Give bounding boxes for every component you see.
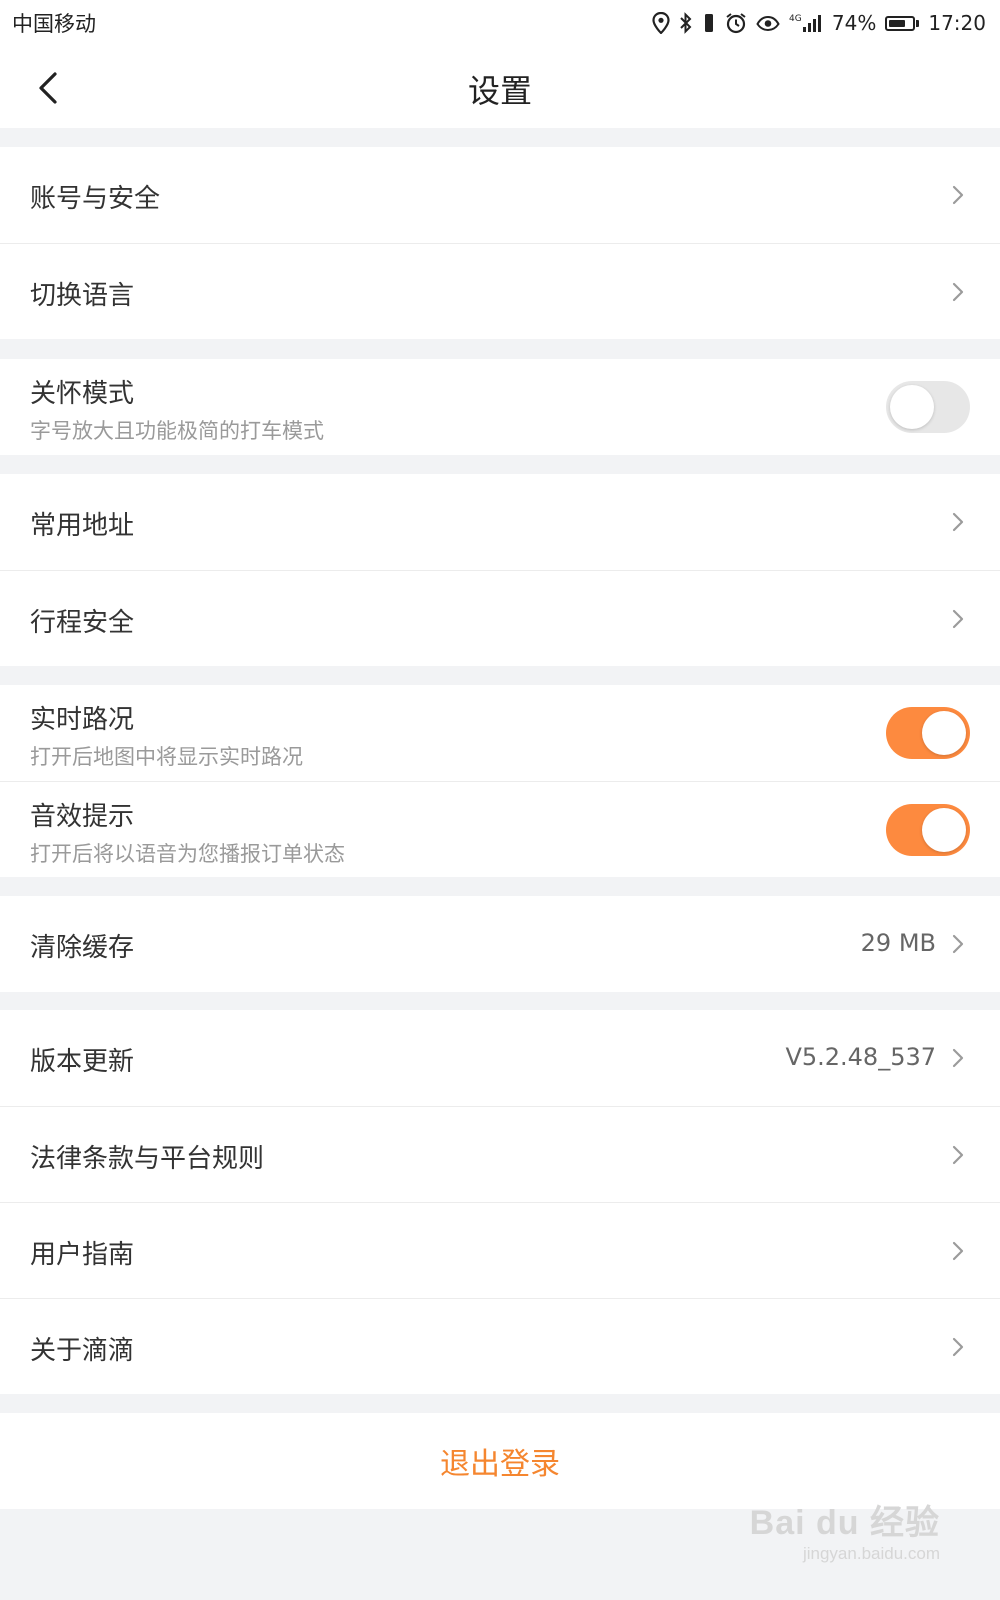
svg-text:4G: 4G bbox=[789, 14, 802, 24]
bluetooth-icon bbox=[679, 12, 693, 34]
care-mode-group: 关怀模式 字号放大且功能极简的打车模式 bbox=[0, 359, 1000, 455]
user-guide-item[interactable]: 用户指南 bbox=[0, 1202, 1000, 1298]
status-icons: 4G 74% 17:20 bbox=[652, 8, 986, 38]
item-description: 打开后将以语音为您播报订单状态 bbox=[30, 842, 345, 866]
toggle-knob bbox=[890, 385, 934, 429]
chevron-right-icon bbox=[952, 512, 964, 532]
toggle-knob bbox=[922, 711, 966, 755]
account-group: 账号与安全 切换语言 bbox=[0, 147, 1000, 339]
chevron-right-icon bbox=[952, 1145, 964, 1165]
places-group: 常用地址 行程安全 bbox=[0, 474, 1000, 666]
switch-language-item[interactable]: 切换语言 bbox=[0, 243, 1000, 339]
item-label: 音效提示 bbox=[30, 802, 135, 832]
location-icon bbox=[652, 12, 670, 34]
item-label: 版本更新 bbox=[30, 1047, 135, 1077]
chevron-right-icon bbox=[952, 1241, 964, 1261]
version-update-item[interactable]: 版本更新 V5.2.48_537 bbox=[0, 1010, 1000, 1106]
item-label: 关于滴滴 bbox=[30, 1336, 135, 1366]
item-label: 常用地址 bbox=[30, 511, 135, 541]
carrier-name: 中国移动 bbox=[12, 12, 96, 36]
item-description: 打开后地图中将显示实时路况 bbox=[30, 745, 303, 769]
item-label: 账号与安全 bbox=[30, 184, 161, 214]
item-label: 关怀模式 bbox=[30, 379, 135, 409]
battery-icon bbox=[885, 15, 920, 31]
watermark: Bai du 经验 jingyan.baidu.com bbox=[750, 1495, 940, 1564]
chevron-right-icon bbox=[952, 934, 964, 954]
map-sound-group: 实时路况 打开后地图中将显示实时路况 音效提示 打开后将以语音为您播报订单状态 bbox=[0, 685, 1000, 877]
cache-size: 29 MB bbox=[860, 929, 936, 957]
chevron-right-icon bbox=[952, 609, 964, 629]
toggle-knob bbox=[922, 808, 966, 852]
watermark-url: jingyan.baidu.com bbox=[802, 1544, 940, 1563]
item-label: 法律条款与平台规则 bbox=[30, 1144, 265, 1174]
trip-safety-item[interactable]: 行程安全 bbox=[0, 570, 1000, 666]
settings-page: 中国移动 4G 74% 17:20 设置 账号与安全 切换语言 关怀模式 字号放… bbox=[0, 0, 1000, 1600]
vibrate-icon bbox=[702, 12, 716, 34]
chevron-right-icon bbox=[952, 1048, 964, 1068]
navigation-bar: 设置 bbox=[0, 48, 1000, 128]
live-traffic-toggle[interactable] bbox=[886, 707, 970, 759]
signal-icon: 4G bbox=[789, 12, 823, 34]
about-didi-item[interactable]: 关于滴滴 bbox=[0, 1298, 1000, 1394]
common-address-item[interactable]: 常用地址 bbox=[0, 474, 1000, 570]
clock: 17:20 bbox=[928, 11, 986, 35]
item-label: 切换语言 bbox=[30, 281, 135, 311]
care-mode-toggle[interactable] bbox=[886, 381, 970, 433]
watermark-brand: Bai du 经验 bbox=[749, 1504, 940, 1542]
page-title: 设置 bbox=[467, 72, 532, 110]
alarm-icon bbox=[725, 12, 747, 34]
legal-terms-item[interactable]: 法律条款与平台规则 bbox=[0, 1106, 1000, 1202]
chevron-right-icon bbox=[952, 1337, 964, 1357]
cache-group: 清除缓存 29 MB bbox=[0, 896, 1000, 992]
about-group: 版本更新 V5.2.48_537 法律条款与平台规则 用户指南 关于滴滴 bbox=[0, 1010, 1000, 1394]
sound-prompt-item: 音效提示 打开后将以语音为您播报订单状态 bbox=[0, 781, 1000, 877]
chevron-right-icon bbox=[952, 185, 964, 205]
item-description: 字号放大且功能极简的打车模式 bbox=[30, 419, 324, 443]
sound-prompt-toggle[interactable] bbox=[886, 804, 970, 856]
care-mode-item: 关怀模式 字号放大且功能极简的打车模式 bbox=[0, 359, 1000, 455]
item-label: 用户指南 bbox=[30, 1240, 135, 1270]
status-bar: 中国移动 4G 74% 17:20 bbox=[0, 0, 1000, 48]
clear-cache-item[interactable]: 清除缓存 29 MB bbox=[0, 896, 1000, 992]
item-label: 清除缓存 bbox=[30, 933, 135, 963]
eye-icon bbox=[756, 13, 780, 33]
battery-percent: 74% bbox=[831, 11, 877, 35]
live-traffic-item: 实时路况 打开后地图中将显示实时路况 bbox=[0, 685, 1000, 781]
chevron-right-icon bbox=[952, 282, 964, 302]
item-label: 实时路况 bbox=[30, 705, 135, 735]
account-security-item[interactable]: 账号与安全 bbox=[0, 147, 1000, 243]
item-label: 行程安全 bbox=[30, 608, 135, 638]
version-number: V5.2.48_537 bbox=[785, 1043, 936, 1071]
